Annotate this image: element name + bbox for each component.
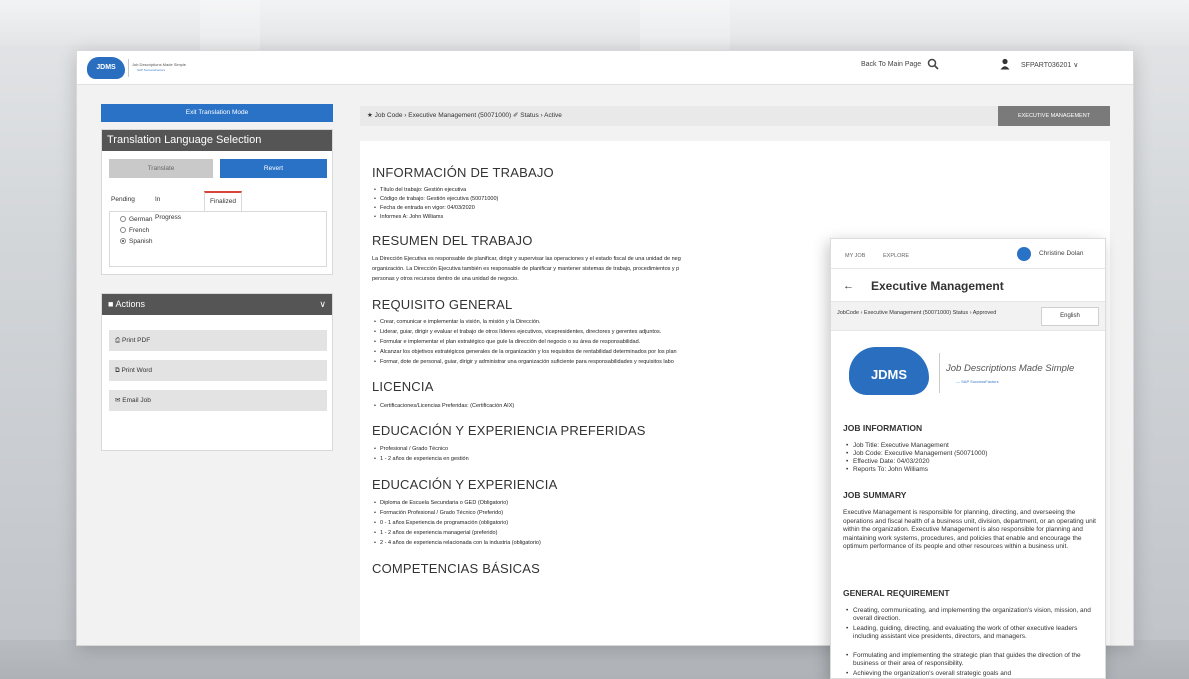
avatar[interactable] (1017, 247, 1031, 261)
language-list: German French Spanish (109, 211, 327, 267)
list-item: Alcanzar los objetivos estratégicos gene… (374, 349, 677, 355)
logo-divider (939, 353, 940, 393)
logo-sub: SAP SuccessFactors (137, 68, 166, 72)
jdms-logo: JDMS (849, 347, 929, 395)
tab-pending[interactable]: Pending (111, 191, 135, 211)
list-item: Diploma de Escuela Secundaria o GED (Obl… (374, 500, 508, 506)
paragraph: Executive Management is responsible for … (843, 509, 1096, 550)
list-item: Job Code: Executive Management (50071000… (846, 450, 987, 458)
chevron-down-icon[interactable]: ∨ (319, 294, 326, 315)
section-heading: GENERAL REQUIREMENT (843, 588, 950, 598)
section-heading: JOB INFORMATION (843, 423, 923, 433)
printer-icon: ⎙ (115, 337, 123, 344)
section-heading: LICENCIA (372, 379, 434, 394)
list-item: Fecha de entrada en vigor: 04/03/2020 (374, 205, 475, 211)
section-heading: EDUCACIÓN Y EXPERIENCIA (372, 477, 558, 492)
list-item: Job Title: Executive Management (846, 442, 949, 450)
breadcrumb[interactable]: ★ Job Code › Executive Management (50071… (367, 111, 562, 119)
paragraph-line: organización. La Dirección Ejecutiva tam… (372, 266, 680, 272)
list-item: 2 - 4 años de experiencia relacionada co… (374, 540, 541, 546)
breadcrumb[interactable]: JobCode › Executive Management (50071000… (837, 309, 1032, 317)
list-item: 0 - 1 años Experiencia de programación (… (374, 520, 508, 526)
tab-my-job[interactable]: MY JOB (845, 253, 865, 259)
tab-in-progress[interactable]: In Progress (155, 191, 181, 221)
list-item: Leading, guiding, directing, and evaluat… (846, 625, 1099, 641)
jdms-logo[interactable]: JDMS (87, 57, 125, 79)
back-to-main-link[interactable]: Back To Main Page (861, 61, 921, 68)
paragraph-line: personas y otros recursos dentro de una … (372, 276, 519, 282)
actions-panel: ■ Actions ∨ ⎙ Print PDF ⧉ Print Word ✉ E… (101, 293, 333, 451)
list-item: Informes A: John Williams (374, 214, 443, 220)
list-item: Formular e implementar el plan estratégi… (374, 339, 640, 345)
language-option[interactable]: German (120, 216, 152, 223)
section-heading: EDUCACIÓN Y EXPERIENCIA PREFERIDAS (372, 423, 646, 438)
radio-selected-icon (120, 238, 126, 244)
brand-sub: — SAP SuccessFactors (956, 379, 999, 384)
revert-button[interactable]: Revert (220, 159, 327, 178)
section-heading: JOB SUMMARY (843, 490, 907, 500)
actions-title: Actions (115, 299, 145, 309)
language-option[interactable]: French (120, 227, 149, 234)
mobile-nav: MY JOB EXPLORE Christine Dolan (831, 239, 1105, 269)
tab-explore[interactable]: EXPLORE (883, 253, 909, 259)
radio-icon (120, 227, 126, 233)
translation-language-panel: Translation Language Selection Translate… (101, 129, 333, 275)
list-item: Código de trabajo: Gestión ejecutiva (50… (374, 196, 498, 202)
print-pdf-button[interactable]: ⎙ Print PDF (109, 330, 327, 351)
search-icon[interactable] (927, 58, 939, 70)
mobile-preview-window: MY JOB EXPLORE Christine Dolan ← Executi… (830, 238, 1106, 679)
background-top (0, 0, 1189, 45)
tab-finalized[interactable]: Finalized (204, 191, 243, 211)
user-name[interactable]: Christine Dolan (1039, 250, 1083, 257)
list-item: Certificaciones/Licencias Preferidas: (C… (374, 403, 514, 409)
user-icon[interactable] (1000, 58, 1010, 70)
top-bar: JDMS Job Descriptions Made Simple SAP Su… (77, 51, 1133, 85)
list-item: Achieving the organization's overall str… (846, 670, 1099, 678)
radio-icon (120, 216, 126, 222)
email-job-button[interactable]: ✉ Email Job (109, 390, 327, 411)
exit-translation-button[interactable]: Exit Translation Mode (101, 104, 333, 122)
language-option-selected[interactable]: Spanish (120, 238, 153, 245)
list-item: 1 - 2 años de experiencia managerial (pr… (374, 530, 497, 536)
list-item: Título del trabajo: Gestión ejecutiva (374, 187, 466, 193)
section-heading: COMPETENCIAS BÁSICAS (372, 561, 540, 576)
actions-header[interactable]: ■ Actions ∨ (102, 294, 332, 315)
mobile-breadcrumb-bar: JobCode › Executive Management (50071000… (831, 301, 1105, 331)
back-arrow-icon[interactable]: ← (843, 280, 854, 292)
list-item: Formación Profesional / Grado Técnico (P… (374, 510, 503, 516)
section-heading: RESUMEN DEL TRABAJO (372, 233, 533, 248)
list-item: Liderar, guiar, dirigir y evaluar el tra… (374, 329, 661, 335)
logo-tagline: Job Descriptions Made Simple (132, 62, 187, 67)
list-item: Effective Date: 04/03/2020 (846, 458, 929, 466)
language-select[interactable]: English (1041, 307, 1099, 326)
logo-divider (128, 59, 129, 77)
list-item: Formulating and implementing the strateg… (846, 652, 1099, 668)
list-item: Crear, comunicar e implementar la visión… (374, 319, 541, 325)
translate-button[interactable]: Translate (109, 159, 213, 178)
list-item: 1 - 2 años de experiencia en gestión (374, 456, 469, 462)
section-heading: REQUISITO GENERAL (372, 297, 513, 312)
list-item: Profesional / Grado Técnico (374, 446, 448, 452)
page-title: Executive Management (871, 279, 1004, 293)
list-item: Reports To: John Williams (846, 466, 928, 474)
account-menu[interactable]: SFPART036201 ∨ (1021, 61, 1078, 69)
brand-tagline: Job Descriptions Made Simple (946, 363, 1075, 374)
breadcrumb-bar: ★ Job Code › Executive Management (50071… (360, 106, 1110, 126)
lang-panel-title: Translation Language Selection (102, 130, 332, 151)
print-word-button[interactable]: ⧉ Print Word (109, 360, 327, 381)
paragraph-line: La Dirección Ejecutiva es responsable de… (372, 256, 681, 262)
list-item: Formar, dote de personal, guiar, dirigir… (374, 359, 674, 365)
job-tag-badge[interactable]: EXECUTIVE MANAGEMENT (998, 106, 1110, 126)
list-item: Creating, communicating, and implementin… (846, 607, 1099, 623)
section-heading: INFORMACIÓN DE TRABAJO (372, 165, 554, 180)
